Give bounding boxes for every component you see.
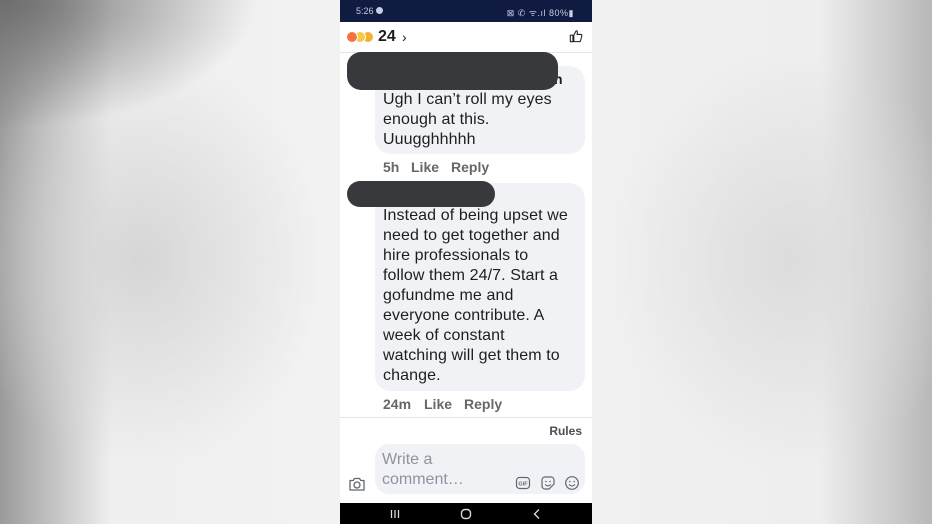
status-time: 5:26 <box>356 6 374 16</box>
like-thumb-icon[interactable] <box>569 29 583 43</box>
reaction-count[interactable]: 24 <box>378 28 396 46</box>
recent-apps-icon[interactable] <box>388 507 402 521</box>
comment-bubble: Instead of being upset we need to get to… <box>375 183 585 391</box>
redacted-author-name <box>347 52 558 90</box>
angry-icon <box>346 31 358 43</box>
svg-text:GIF: GIF <box>518 482 528 488</box>
comment-input[interactable]: Write a comment… GIF <box>375 444 585 494</box>
composer-divider <box>340 417 592 418</box>
like-link[interactable]: Like <box>411 159 439 175</box>
sticker-icon[interactable] <box>540 475 556 491</box>
comment-time: 24m <box>383 396 412 412</box>
reply-link[interactable]: Reply <box>464 396 502 412</box>
notification-dot-icon <box>376 7 383 14</box>
camera-icon[interactable] <box>348 476 366 492</box>
status-bar: 5:26 ⊠ ✆ ᯤ.ıl 80%▮ <box>340 0 592 22</box>
android-nav-bar <box>340 503 592 524</box>
comment-time: 5h <box>383 159 400 175</box>
home-icon[interactable] <box>459 507 473 521</box>
rules-link[interactable]: Rules <box>549 424 582 438</box>
reply-link[interactable]: Reply <box>451 159 489 175</box>
phone-screen: 5:26 ⊠ ✆ ᯤ.ıl 80%▮ 24 › h Ugh I can’t ro… <box>340 0 592 524</box>
comment-input-placeholder: Write a comment… <box>382 451 464 488</box>
back-icon[interactable] <box>530 507 544 521</box>
gif-icon[interactable]: GIF <box>515 475 531 491</box>
comment-text: Ugh I can’t roll my eyes enough at this.… <box>383 91 552 148</box>
chevron-right-icon[interactable]: › <box>402 29 407 45</box>
like-link[interactable]: Like <box>424 396 452 412</box>
comment-text: Instead of being upset we need to get to… <box>383 207 568 384</box>
emoji-icon[interactable] <box>564 475 580 491</box>
redacted-author-name <box>347 181 495 207</box>
comments-header: 24 › <box>340 22 592 53</box>
status-indicators: ⊠ ✆ ᯤ.ıl 80%▮ <box>506 8 574 18</box>
